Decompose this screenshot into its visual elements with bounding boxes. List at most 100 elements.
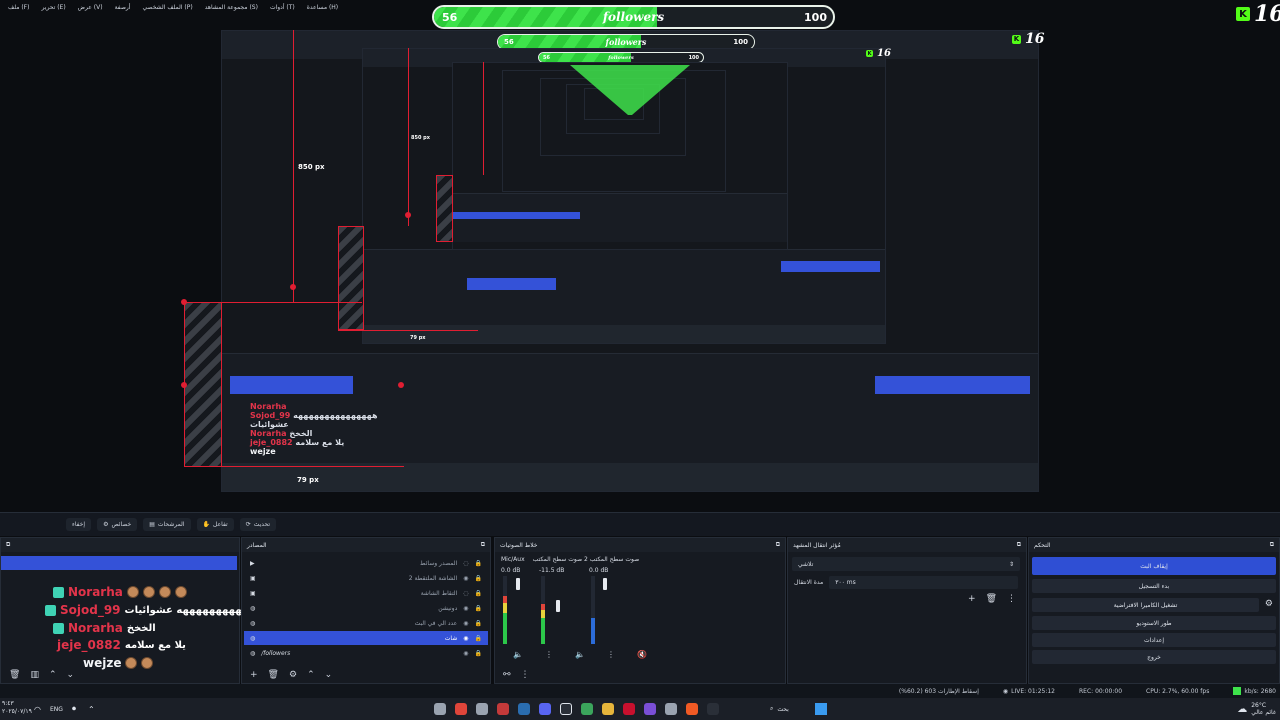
- lock-icon[interactable]: 🔒: [475, 605, 482, 612]
- add-icon[interactable]: +: [250, 670, 258, 680]
- gear-icon[interactable]: ⚙: [1265, 599, 1273, 609]
- lock-icon[interactable]: 🔒: [475, 620, 482, 627]
- menu-scene-collection[interactable]: مجموعة المشاهد (S): [205, 4, 258, 11]
- app-icon[interactable]: [497, 703, 509, 715]
- more-icon[interactable]: ⋮: [607, 650, 615, 659]
- eye-icon[interactable]: ◉: [463, 620, 468, 627]
- mixer-fader-2[interactable]: [556, 600, 560, 612]
- weather-widget[interactable]: ☁ 26°C غائم عالي: [1237, 702, 1276, 716]
- float-icon[interactable]: ⧉: [6, 541, 10, 549]
- transform-box-outer[interactable]: [184, 302, 222, 467]
- toolbar-refresh-button[interactable]: ⟳ تحديث: [239, 518, 276, 531]
- transition-type-select[interactable]: تلاشي ⇕: [792, 557, 1020, 571]
- menu-file[interactable]: ملف (F): [8, 4, 29, 11]
- lock-icon[interactable]: 🔒: [475, 590, 482, 597]
- gear-icon[interactable]: ⚙: [289, 670, 297, 680]
- muted-speaker-icon[interactable]: 🔇: [637, 650, 647, 659]
- float-icon[interactable]: ⧉: [776, 541, 780, 549]
- menu-docks[interactable]: أرصفة: [115, 4, 131, 11]
- lock-icon[interactable]: 🔒: [475, 635, 482, 642]
- guide-handle-5[interactable]: [405, 212, 411, 218]
- menu-edit[interactable]: تحرير (E): [41, 4, 65, 11]
- chrome-icon[interactable]: [581, 703, 593, 715]
- arrow-up-icon[interactable]: ⌃: [49, 670, 57, 680]
- source-row[interactable]: ◍ عدد الي في البث ◉ 🔒: [244, 616, 488, 630]
- language-indicator[interactable]: ENG: [50, 706, 63, 713]
- mic-icon[interactable]: ⏺: [72, 704, 76, 714]
- virtual-camera-button[interactable]: تشغيل الكاميرا الافتراضية: [1032, 598, 1259, 612]
- eye-icon[interactable]: ◉: [463, 650, 468, 657]
- chevron-up-icon[interactable]: ⌃: [88, 705, 95, 714]
- link-icon[interactable]: ⚯: [503, 670, 511, 680]
- guide-handle-3[interactable]: [181, 382, 187, 388]
- trash-icon[interactable]: 🗑: [986, 594, 997, 604]
- lock-icon[interactable]: 🔒: [475, 650, 482, 657]
- eye-off-icon[interactable]: ◌: [463, 560, 468, 567]
- source-row[interactable]: ◍ دونيشن ◉ 🔒: [244, 601, 488, 615]
- speaker-icon[interactable]: 🔈: [513, 650, 523, 659]
- settings-button[interactable]: إعدادات: [1032, 633, 1276, 647]
- toolbar-properties-button[interactable]: ⚙ خصائص: [97, 518, 138, 531]
- arrow-down-icon[interactable]: ⌄: [325, 670, 333, 680]
- acrobat-icon[interactable]: [623, 703, 635, 715]
- taskbar-search[interactable]: ⌕ بحث: [770, 705, 789, 713]
- float-icon[interactable]: ⧉: [1017, 541, 1021, 549]
- eye-icon[interactable]: ◉: [463, 605, 468, 612]
- obs-icon[interactable]: [560, 703, 572, 715]
- windows-start-icon[interactable]: [815, 703, 827, 715]
- eye-icon[interactable]: ◉: [463, 575, 468, 582]
- app-icon[interactable]: [644, 703, 656, 715]
- more-icon[interactable]: ⋮: [545, 650, 553, 659]
- app-icon[interactable]: [434, 703, 446, 715]
- menu-tools[interactable]: أدوات (T): [270, 4, 295, 11]
- filter-icon[interactable]: ▥: [30, 670, 39, 680]
- toolbar-hide-button[interactable]: إخفاء: [66, 518, 92, 531]
- app-icon[interactable]: [707, 703, 719, 715]
- transform-box-inner[interactable]: [436, 175, 453, 242]
- mixer-fader-1[interactable]: [516, 578, 520, 590]
- eye-icon[interactable]: ◉: [463, 635, 468, 642]
- guide-handle-4[interactable]: [398, 382, 404, 388]
- transition-duration-input[interactable]: ٣٠٠ ms: [829, 575, 1018, 589]
- float-icon[interactable]: ⧉: [1270, 541, 1274, 549]
- studio-mode-button[interactable]: طور الاستوديو: [1032, 616, 1276, 630]
- toolbar-interact-button[interactable]: ✋ تفاعل: [196, 518, 234, 531]
- app-icon[interactable]: [455, 703, 467, 715]
- float-icon[interactable]: ⧉: [481, 541, 485, 549]
- speaker-icon[interactable]: 🔈: [575, 650, 585, 659]
- menu-help[interactable]: مساعدة (H): [307, 4, 338, 11]
- source-row[interactable]: ▣ الشاشة الملتقطة 2 ◉ 🔒: [244, 571, 488, 585]
- trash-icon[interactable]: 🗑: [268, 670, 279, 680]
- stop-stream-button[interactable]: إيقاف البث: [1032, 557, 1276, 575]
- guide-handle-1[interactable]: [290, 284, 296, 290]
- source-row-selected[interactable]: ◍ شات ◉ 🔒: [244, 631, 488, 645]
- guide-handle-2[interactable]: [181, 299, 187, 305]
- discord-icon[interactable]: [539, 703, 551, 715]
- source-row[interactable]: ▣ التقاط الشاشة ◌ 🔒: [244, 586, 488, 600]
- toolbar-filters-button[interactable]: ▤ المرشحات: [143, 518, 191, 531]
- source-row[interactable]: ▶ المصدر وسائط ◌ 🔒: [244, 556, 488, 570]
- folder-icon[interactable]: [602, 703, 614, 715]
- menu-view[interactable]: عرض (V): [78, 4, 103, 11]
- steam-icon[interactable]: [518, 703, 530, 715]
- trash-icon[interactable]: 🗑: [9, 670, 20, 680]
- arrow-down-icon[interactable]: ⌄: [67, 670, 75, 680]
- source-row[interactable]: ◍/followers ◉ 🔒: [244, 646, 488, 660]
- brave-icon[interactable]: [686, 703, 698, 715]
- wifi-icon[interactable]: ◠: [34, 705, 41, 714]
- eye-off-icon[interactable]: ◌: [463, 590, 468, 597]
- lock-icon[interactable]: 🔒: [475, 560, 482, 567]
- add-icon[interactable]: +: [968, 594, 976, 604]
- transform-box-mid[interactable]: [338, 226, 364, 330]
- app-icon[interactable]: [665, 703, 677, 715]
- exit-button[interactable]: خروج: [1032, 650, 1276, 664]
- lock-icon[interactable]: 🔒: [475, 575, 482, 582]
- more-icon[interactable]: ⋮: [1007, 594, 1016, 604]
- arrow-up-icon[interactable]: ⌃: [307, 670, 315, 680]
- menu-profile[interactable]: الملف الشخصي (P): [142, 4, 192, 11]
- more-icon[interactable]: ⋮: [521, 670, 530, 680]
- mixer-fader-3[interactable]: [603, 578, 607, 590]
- app-icon[interactable]: [476, 703, 488, 715]
- chat-selected-row[interactable]: [1, 556, 237, 570]
- start-recording-button[interactable]: بدء التسجيل: [1032, 579, 1276, 593]
